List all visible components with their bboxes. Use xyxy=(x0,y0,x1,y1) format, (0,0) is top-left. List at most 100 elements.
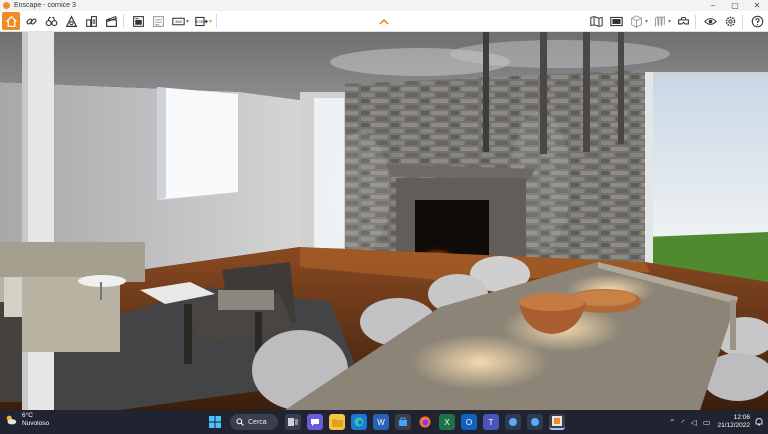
settings-button[interactable] xyxy=(721,13,739,31)
clapperboard-icon xyxy=(105,15,117,27)
batch-render-icon xyxy=(152,15,164,27)
weather-text: 6°C Nuvoloso xyxy=(22,412,49,428)
asset-dropdown-icon[interactable]: ▾ xyxy=(645,18,648,25)
help-button[interactable] xyxy=(748,13,766,31)
screenshot-icon xyxy=(132,15,144,27)
minimize-button[interactable]: – xyxy=(702,0,724,11)
outlook-app[interactable]: O xyxy=(461,414,477,430)
link-button[interactable] xyxy=(22,12,40,30)
material-dropdown-icon[interactable]: ▾ xyxy=(668,18,671,25)
material-editor-button[interactable] xyxy=(651,13,669,31)
app-root: Enscape - cornice 3 – ▢ ✕ 360 ▾ EXE ▾ ▾ … xyxy=(0,0,768,434)
enscape-taskbar-icon xyxy=(552,416,562,426)
firefox-icon xyxy=(419,416,431,428)
svg-text:T: T xyxy=(489,418,494,427)
firefox-app[interactable] xyxy=(417,414,433,430)
word-app[interactable]: W xyxy=(373,414,389,430)
material-icon xyxy=(655,15,666,27)
excel-app[interactable]: X xyxy=(439,414,455,430)
buildings-icon xyxy=(85,15,97,27)
svg-text:W: W xyxy=(377,418,385,427)
view-button[interactable] xyxy=(701,13,719,31)
enscape-app[interactable] xyxy=(549,414,565,430)
clock-time: 12:06 xyxy=(733,414,750,421)
walk-mode-button[interactable] xyxy=(42,12,60,30)
svg-text:EXE: EXE xyxy=(196,20,204,24)
cloud-sun-icon xyxy=(6,415,17,425)
taskbar-search[interactable]: Cerca xyxy=(230,414,278,430)
search-icon xyxy=(236,418,244,426)
search-label: Cerca xyxy=(248,418,267,426)
svg-text:O: O xyxy=(466,418,472,427)
file-explorer-app[interactable] xyxy=(329,414,345,430)
visual-settings-button[interactable] xyxy=(62,12,80,30)
battery-icon[interactable]: ▭ xyxy=(703,418,711,427)
asset-library-icon xyxy=(631,15,643,28)
windows-taskbar: 6°C Nuvoloso Cerca W X O T ⌃ ◜ ◁ ▭ 12:06… xyxy=(0,410,768,434)
toolbar-right: ▾ ▾ xyxy=(586,11,766,32)
binoculars-icon xyxy=(45,16,57,26)
edge-app[interactable] xyxy=(351,414,367,430)
buildings-button[interactable] xyxy=(82,12,100,30)
start-button[interactable] xyxy=(207,414,223,430)
edge-icon xyxy=(354,417,364,427)
rendered-scene xyxy=(0,32,768,410)
taskbar-clock[interactable]: 12:06 21/12/2022 xyxy=(717,414,750,430)
task-view-button[interactable] xyxy=(285,414,301,430)
toolbar-separator xyxy=(123,14,124,28)
windows-logo-icon xyxy=(209,416,221,428)
app-icon-1[interactable] xyxy=(505,414,521,430)
store-icon xyxy=(399,417,407,426)
app-icon-2[interactable] xyxy=(527,414,543,430)
panorama-button[interactable]: 360 xyxy=(169,12,187,30)
home-button[interactable] xyxy=(2,12,20,30)
export-dropdown-icon[interactable]: ▾ xyxy=(209,18,212,25)
weather-temp: 6°C xyxy=(22,412,33,419)
close-button[interactable]: ✕ xyxy=(746,0,768,11)
weather-condition: Nuvoloso xyxy=(22,420,50,427)
batch-render-button[interactable] xyxy=(149,12,167,30)
volume-icon[interactable]: ◁ xyxy=(691,418,697,427)
screenshot-button[interactable] xyxy=(129,12,147,30)
svg-text:X: X xyxy=(444,418,450,427)
maximize-button[interactable]: ▢ xyxy=(724,0,746,11)
collapse-panel-button[interactable] xyxy=(377,11,391,32)
teams-icon: T xyxy=(489,418,494,427)
store-app[interactable] xyxy=(395,414,411,430)
wifi-icon[interactable]: ◜ xyxy=(682,418,685,427)
panorama-dropdown-icon[interactable]: ▾ xyxy=(186,18,189,25)
chevron-up-icon xyxy=(379,18,389,25)
map-button[interactable] xyxy=(588,13,606,31)
teams-app[interactable]: T xyxy=(483,414,499,430)
title-bar: Enscape - cornice 3 – ▢ ✕ xyxy=(0,0,768,11)
enscape-logo-icon xyxy=(3,2,10,9)
taskbar-apps: Cerca W X O T xyxy=(204,412,568,432)
link-icon xyxy=(25,17,37,25)
notification-bell-icon[interactable] xyxy=(754,417,764,427)
chat-icon xyxy=(311,419,319,426)
clock-date: 21/12/2022 xyxy=(717,422,750,429)
chevron-up-icon[interactable]: ⌃ xyxy=(669,418,676,427)
asset-library-button[interactable] xyxy=(628,13,646,31)
vr-headset-button[interactable] xyxy=(674,13,692,31)
folder-icon xyxy=(331,418,343,427)
help-icon xyxy=(751,15,763,28)
visual-settings-icon xyxy=(65,14,77,27)
eye-icon xyxy=(703,18,717,25)
export-icon: EXE xyxy=(194,16,208,26)
toolbar-separator xyxy=(695,14,696,29)
vr-headset-icon xyxy=(677,16,689,25)
gear-badge-icon xyxy=(509,418,517,426)
system-tray: ⌃ ◜ ◁ ▭ 12:06 21/12/2022 xyxy=(666,410,764,434)
export-button[interactable]: EXE xyxy=(192,12,210,30)
monitor-icon xyxy=(610,16,624,27)
enscape-toolbar: 360 ▾ EXE ▾ ▾ ▾ xyxy=(0,11,768,32)
render-viewport[interactable] xyxy=(0,32,768,410)
panorama-icon: 360 xyxy=(171,17,185,25)
window-title: Enscape - cornice 3 xyxy=(14,2,76,9)
video-editor-button[interactable] xyxy=(102,12,120,30)
task-view-icon xyxy=(288,418,298,426)
weather-widget[interactable]: 6°C Nuvoloso xyxy=(4,412,49,428)
monitor-button[interactable] xyxy=(608,13,626,31)
teams-chat-app[interactable] xyxy=(307,414,323,430)
